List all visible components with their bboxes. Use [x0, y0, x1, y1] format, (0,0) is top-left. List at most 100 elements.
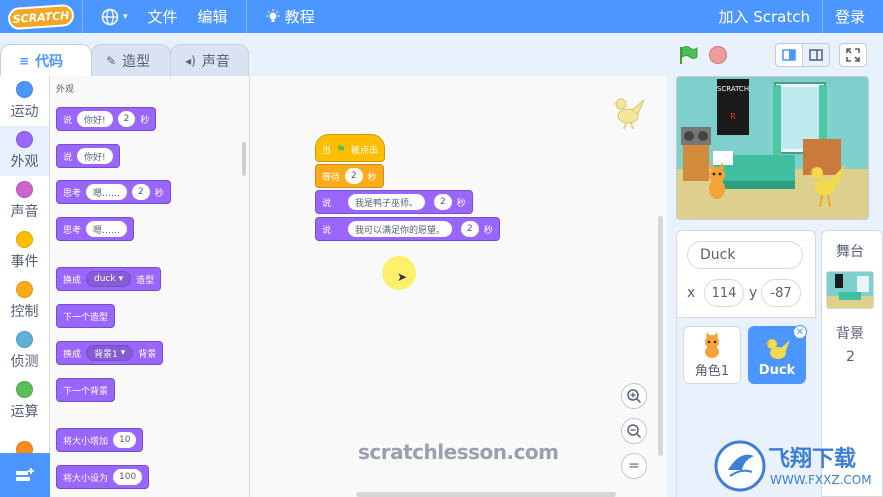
delete-sprite-icon[interactable]: ✕ — [793, 325, 807, 339]
tab-code-label: 代码 — [35, 53, 64, 70]
block-text: 秒 — [367, 172, 377, 183]
tab-sounds-label: 声音 — [201, 53, 230, 70]
block-input[interactable]: 你好! — [77, 111, 113, 127]
block-next-backdrop[interactable]: 下一个背景 — [56, 378, 116, 402]
sprite-card-selected[interactable]: ✕ Duck — [748, 325, 807, 384]
block-wait[interactable]: 等待 2 秒 — [315, 164, 384, 188]
backdrop-dropdown[interactable]: 背景1 ▾ — [86, 345, 134, 361]
stop-button[interactable] — [709, 46, 727, 64]
zoom-out-button[interactable] — [621, 418, 647, 444]
block-switch-costume[interactable]: 换成 duck ▾ 造型 — [56, 267, 162, 291]
block-input[interactable]: 2 — [461, 221, 479, 237]
block-input[interactable]: 2 — [434, 194, 452, 210]
sprite-card[interactable]: 角色1 — [683, 326, 741, 384]
block-palette: 外观 说 你好! 2 秒 说 你好! 思考 嗯…… 2 秒 思考 嗯…… 换成 … — [50, 76, 250, 497]
zoom-in-button[interactable] — [621, 383, 647, 409]
category-control[interactable]: 控制 — [0, 276, 49, 326]
site-logo-text: 飞翔下载 — [768, 446, 856, 472]
category-events[interactable]: 事件 — [0, 226, 49, 276]
fullscreen-icon — [846, 48, 860, 62]
category-variables[interactable] — [0, 426, 49, 453]
fullscreen-button[interactable] — [839, 43, 867, 67]
editor-tabs: ≡ 代码 ✎ 造型 ◂) 声音 — [0, 44, 249, 76]
block-switch-backdrop[interactable]: 换成 背景1 ▾ 背景 — [56, 341, 164, 365]
block-text: 思考 — [63, 225, 82, 236]
scratch-logo[interactable]: SCRATCH — [7, 3, 75, 30]
category-dot — [16, 81, 33, 98]
tab-costumes-label: 造型 — [122, 53, 151, 70]
category-operators[interactable]: 运算 — [0, 376, 49, 426]
sign-in-link[interactable]: 登录 — [823, 0, 883, 33]
block-input[interactable]: 2 — [117, 111, 136, 127]
stage-canvas[interactable]: SCRATCH R — [676, 76, 869, 220]
duck-sprite-icon — [766, 339, 790, 359]
y-label: y — [749, 285, 758, 301]
category-label: 运算 — [10, 404, 39, 420]
category-dot — [16, 231, 33, 248]
block-when-flag-clicked[interactable]: 当 ⚑ 被点击 — [315, 134, 385, 162]
tab-sounds[interactable]: ◂) 声音 — [170, 44, 249, 76]
block-say[interactable]: 说 你好! — [56, 144, 120, 168]
category-dot — [16, 381, 33, 398]
dropdown-value: 背景1 — [94, 349, 118, 360]
small-stage-icon — [782, 49, 796, 61]
costume-dropdown[interactable]: duck ▾ — [86, 271, 132, 287]
x-input[interactable]: 114 — [704, 279, 744, 307]
file-menu[interactable]: 文件 — [138, 0, 188, 33]
block-text: 说 — [63, 115, 73, 126]
category-dot — [16, 331, 33, 348]
block-say-for-secs[interactable]: 说 你好! 2 秒 — [56, 107, 157, 131]
block-input[interactable]: 10 — [113, 432, 137, 448]
category-sensing[interactable]: 侦测 — [0, 326, 49, 376]
bedroom-backdrop: SCRATCH R — [677, 77, 868, 219]
category-looks[interactable]: 外观 — [0, 126, 49, 176]
workspace-vertical-scrollbar[interactable] — [658, 216, 663, 456]
block-text: 思考 — [63, 188, 82, 199]
zoom-reset-button[interactable]: = — [621, 453, 647, 479]
block-text: 造型 — [136, 275, 155, 286]
block-text: 被点击 — [350, 146, 378, 156]
large-stage-button[interactable] — [802, 43, 830, 67]
block-input[interactable]: 2 — [132, 184, 150, 200]
tab-code[interactable]: ≡ 代码 — [0, 44, 93, 76]
workspace-horizontal-scrollbar[interactable] — [356, 492, 616, 497]
category-sound[interactable]: 声音 — [0, 176, 49, 226]
edit-menu[interactable]: 编辑 — [188, 0, 238, 33]
block-input[interactable]: 我是鸭子巫师。 — [348, 194, 426, 210]
cat-sprite — [709, 162, 725, 199]
small-stage-button[interactable] — [775, 43, 803, 67]
zoom-in-icon — [627, 389, 642, 404]
stage-thumbnail[interactable] — [826, 271, 874, 309]
menu-divider — [245, 0, 247, 33]
block-text: 下一个造型 — [63, 312, 109, 323]
block-input[interactable]: 嗯…… — [86, 221, 128, 237]
join-scratch-link[interactable]: 加入 Scratch — [708, 0, 822, 33]
block-input[interactable]: 100 — [113, 469, 143, 485]
block-set-size[interactable]: 将大小设为 100 — [56, 465, 150, 489]
block-input[interactable]: 我可以满足你的愿望。 — [348, 221, 453, 237]
block-input[interactable]: 你好! — [77, 148, 113, 164]
tab-costumes[interactable]: ✎ 造型 — [91, 44, 172, 76]
palette-scrollbar[interactable] — [242, 142, 246, 176]
block-text: 秒 — [140, 115, 150, 126]
block-think[interactable]: 思考 嗯…… — [56, 217, 135, 241]
block-say-for-secs[interactable]: 说 我是鸭子巫师。 2 秒 — [315, 190, 473, 214]
sprite-name-input[interactable]: Duck — [687, 241, 803, 269]
code-workspace[interactable]: 当 ⚑ 被点击 等待 2 秒 说 我是鸭子巫师。 2 秒 说 我可以满足你的愿望… — [250, 76, 667, 497]
block-input[interactable]: 2 — [345, 168, 363, 184]
block-say-for-secs[interactable]: 说 我可以满足你的愿望。 2 秒 — [315, 217, 500, 241]
category-label: 侦测 — [10, 354, 39, 370]
add-extension-button[interactable] — [0, 453, 50, 497]
duck-sprite-icon — [614, 98, 645, 130]
block-input[interactable]: 嗯…… — [86, 184, 128, 200]
menu-bar: SCRATCH ▾ 文件 编辑 教程 加入 Scratch 登录 — [0, 0, 883, 33]
block-next-costume[interactable]: 下一个造型 — [56, 304, 116, 328]
green-flag-button[interactable] — [677, 44, 699, 66]
block-think-for-secs[interactable]: 思考 嗯…… 2 秒 — [56, 180, 171, 204]
sprite-card-label: 角色1 — [694, 364, 730, 379]
block-change-size[interactable]: 将大小增加 10 — [56, 428, 144, 452]
language-menu[interactable]: ▾ — [91, 0, 138, 33]
y-input[interactable]: -87 — [761, 279, 801, 307]
tutorials-menu[interactable]: 教程 — [255, 0, 325, 33]
category-motion[interactable]: 运动 — [0, 76, 49, 126]
